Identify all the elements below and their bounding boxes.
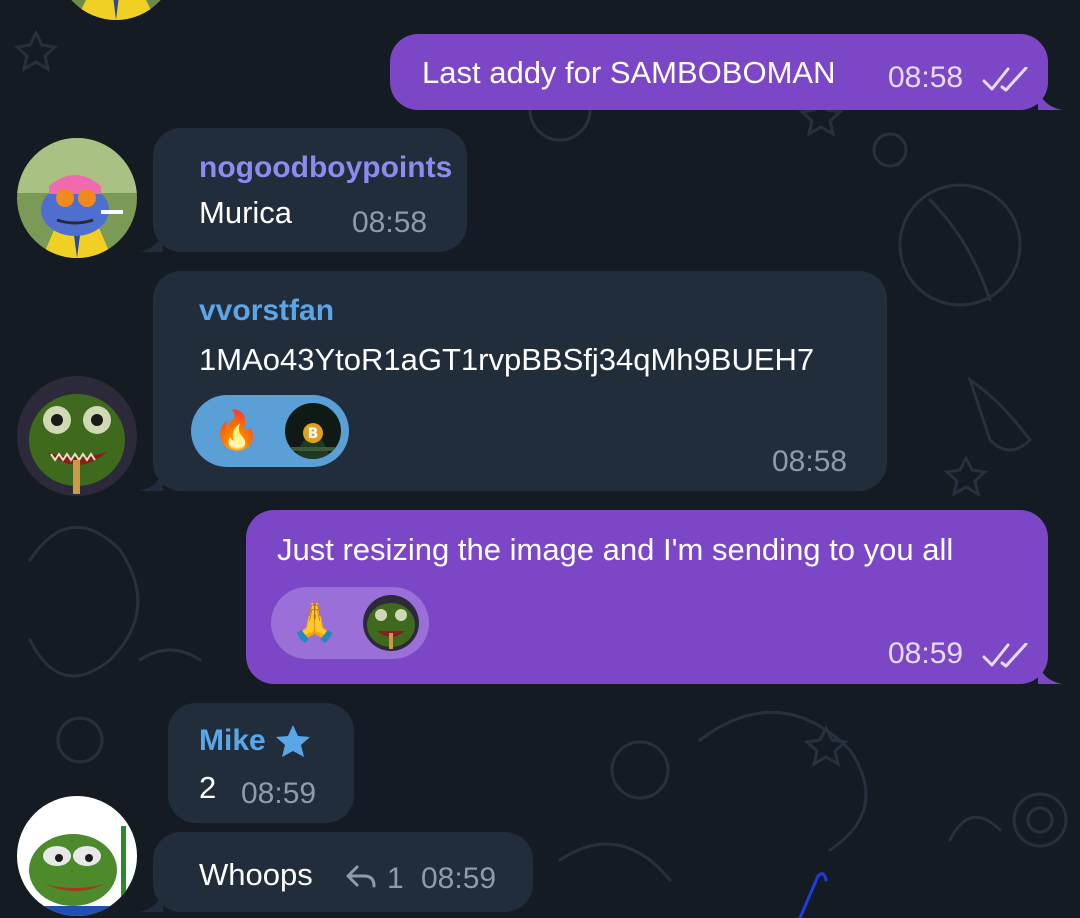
svg-text:B: B bbox=[308, 426, 319, 442]
sender-name[interactable]: Mike bbox=[199, 724, 266, 758]
message-bubble-outgoing[interactable]: Just resizing the image and I'm sending … bbox=[246, 510, 1062, 684]
message-bubble-incoming[interactable]: Whoops 1 08:59 bbox=[139, 832, 533, 912]
message-bubble-outgoing[interactable]: Last addy for SAMBOBOMAN 08:58 bbox=[390, 34, 1062, 110]
message-time: 08:59 bbox=[888, 637, 964, 670]
reaction-emoji: 🙏 bbox=[291, 602, 339, 644]
message-time: 08:58 bbox=[888, 61, 964, 94]
bubble-tail bbox=[139, 230, 163, 252]
bubble-tail bbox=[1038, 88, 1062, 110]
message-time: 08:58 bbox=[772, 445, 848, 478]
message-bubble-incoming[interactable]: nogoodboypoints Murica 08:58 bbox=[139, 128, 467, 252]
message-bubble-incoming[interactable]: Mike 2 08:59 bbox=[168, 703, 354, 823]
reply-count[interactable]: 1 bbox=[387, 862, 404, 896]
bubble-tail bbox=[1038, 662, 1062, 684]
avatar-nogoodboypoints[interactable] bbox=[17, 138, 137, 258]
reaction-chip[interactable]: 🔥 B bbox=[191, 395, 349, 467]
message-text: Murica bbox=[199, 195, 293, 230]
double-check-icon bbox=[982, 67, 1028, 92]
sender-name[interactable]: nogoodboypoints bbox=[199, 151, 452, 185]
message-time: 08:59 bbox=[421, 862, 497, 895]
frog-avatar-icon bbox=[363, 595, 419, 651]
double-check-icon bbox=[982, 643, 1028, 668]
message-text: Last addy for SAMBOBOMAN bbox=[422, 55, 836, 90]
avatar-mike[interactable] bbox=[17, 796, 137, 916]
avatar-vvorstfan[interactable] bbox=[17, 376, 137, 496]
reply-arrow-icon[interactable] bbox=[345, 864, 377, 890]
reaction-chip[interactable]: 🙏 bbox=[271, 587, 429, 659]
message-time: 08:58 bbox=[352, 206, 428, 239]
bubble-tail bbox=[139, 890, 163, 912]
message-bubble-incoming[interactable]: vvorstfan 1MAo43YtoR1aGT1rvpBBSfj34qMh9B… bbox=[139, 271, 887, 491]
message-text: 1MAo43YtoR1aGT1rvpBBSfj34qMh9BUEH7 bbox=[199, 342, 815, 377]
message-text: Whoops bbox=[199, 857, 313, 892]
message-text: Just resizing the image and I'm sending … bbox=[277, 532, 954, 567]
message-time: 08:59 bbox=[241, 777, 317, 810]
bubble-tail bbox=[139, 469, 163, 491]
message-text: 2 bbox=[199, 770, 217, 805]
reaction-emoji: 🔥 bbox=[213, 410, 261, 452]
hooded-bitcoin-avatar-icon: B bbox=[285, 403, 341, 459]
sender-name[interactable]: vvorstfan bbox=[199, 294, 334, 328]
star-icon bbox=[276, 725, 310, 757]
